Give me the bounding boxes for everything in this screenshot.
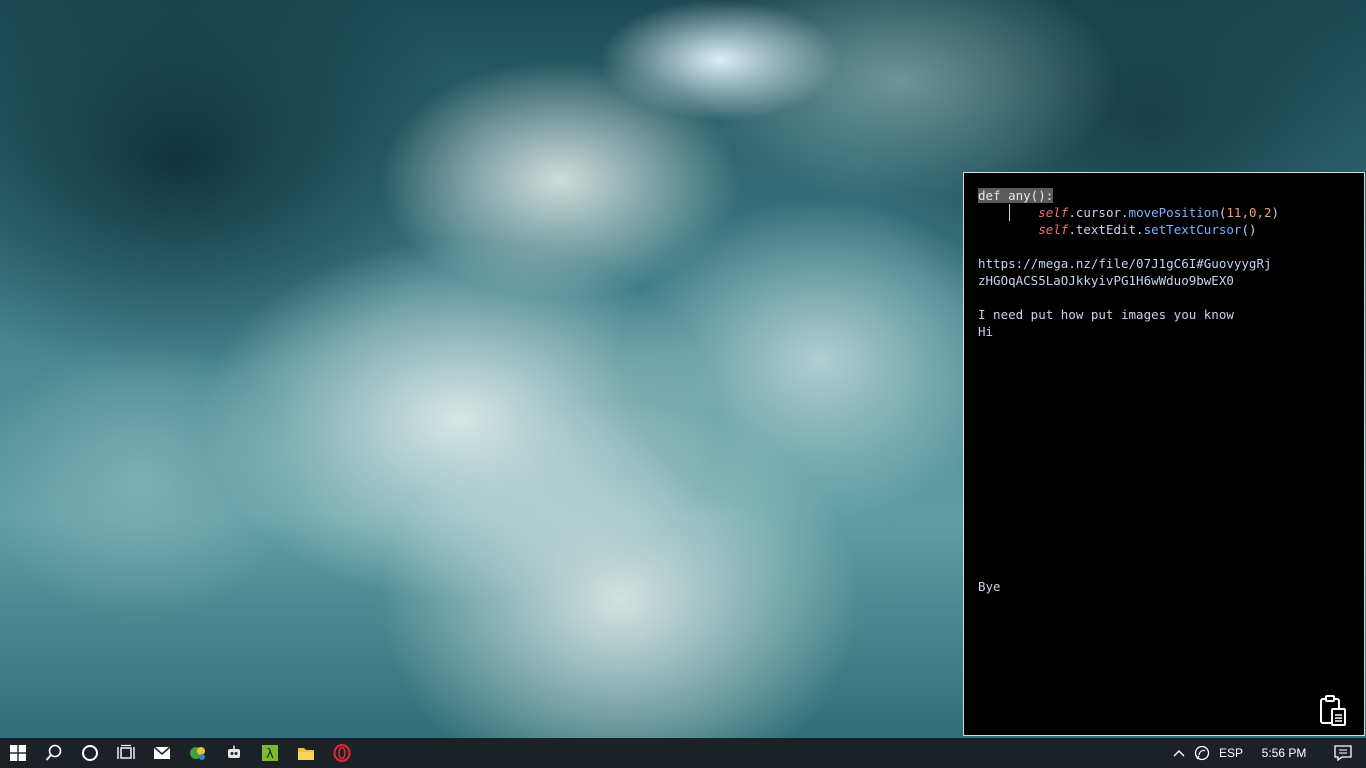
editor-token: Bye: [978, 579, 1001, 594]
notifications-icon[interactable]: [1320, 738, 1366, 768]
cortana-icon[interactable]: [72, 738, 108, 768]
editor-token: self: [1038, 205, 1069, 220]
app-bot-icon[interactable]: [216, 738, 252, 768]
editor-line: def any():: [978, 187, 1354, 204]
lambda-app-icon[interactable]: λ: [252, 738, 288, 768]
language-indicator[interactable]: ESP: [1214, 738, 1248, 768]
editor-token: https://mega.nz/file/07J1gC6I#GuovyygRj: [978, 256, 1272, 271]
editor-text-area[interactable]: def any(): self.cursor.movePosition(11,0…: [978, 187, 1354, 595]
editor-token: ): [1271, 205, 1280, 220]
file-explorer-icon[interactable]: [288, 738, 324, 768]
network-icon[interactable]: [1190, 738, 1214, 768]
task-view-icon[interactable]: [108, 738, 144, 768]
editor-token: 11,0,2: [1226, 205, 1272, 220]
editor-line: self.textEdit.setTextCursor(): [978, 221, 1354, 238]
chevron-up-icon[interactable]: [1168, 738, 1190, 768]
editor-line: zHGOqACS5LaOJkkyivPG1H6wWduo9bwEX0: [978, 272, 1354, 289]
clock-time: 5:56 PM: [1261, 746, 1307, 760]
editor-token: .textEdit.: [1068, 222, 1144, 237]
clock[interactable]: 5:56 PM: [1248, 738, 1320, 768]
editor-line: Bye: [978, 578, 1354, 595]
editor-token: movePosition: [1128, 205, 1219, 220]
editor-line: self.cursor.movePosition(11,0,2): [978, 204, 1354, 221]
editor-token: I need put how put images you know: [978, 307, 1234, 322]
system-tray: ESP 5:56 PM: [1168, 738, 1366, 768]
editor-token: .cursor.: [1068, 205, 1129, 220]
editor-token: setTextCursor: [1143, 222, 1242, 237]
mail-icon[interactable]: [144, 738, 180, 768]
svg-text:λ: λ: [266, 747, 274, 762]
editor-token: zHGOqACS5LaOJkkyivPG1H6wWduo9bwEX0: [978, 273, 1234, 288]
text-caret: [1009, 204, 1010, 221]
editor-token: def any():: [978, 188, 1054, 203]
app-green-icon[interactable]: [180, 738, 216, 768]
taskbar: λ ESP 5:56 PM: [0, 738, 1366, 768]
editor-token: (): [1241, 222, 1257, 237]
editor-token: Hi: [978, 324, 994, 339]
editor-line: https://mega.nz/file/07J1gC6I#GuovyygRj: [978, 255, 1354, 272]
search-icon[interactable]: [36, 738, 72, 768]
windows-start-icon[interactable]: [0, 738, 36, 768]
clipboard-icon[interactable]: [1318, 695, 1348, 727]
opera-icon[interactable]: [324, 738, 360, 768]
text-editor-window[interactable]: def any(): self.cursor.movePosition(11,0…: [963, 172, 1365, 736]
language-label: ESP: [1218, 746, 1243, 760]
editor-token: [978, 222, 1038, 237]
editor-token: self: [1038, 222, 1069, 237]
editor-line: I need put how put images you know: [978, 306, 1354, 323]
editor-line: Hi: [978, 323, 1354, 340]
